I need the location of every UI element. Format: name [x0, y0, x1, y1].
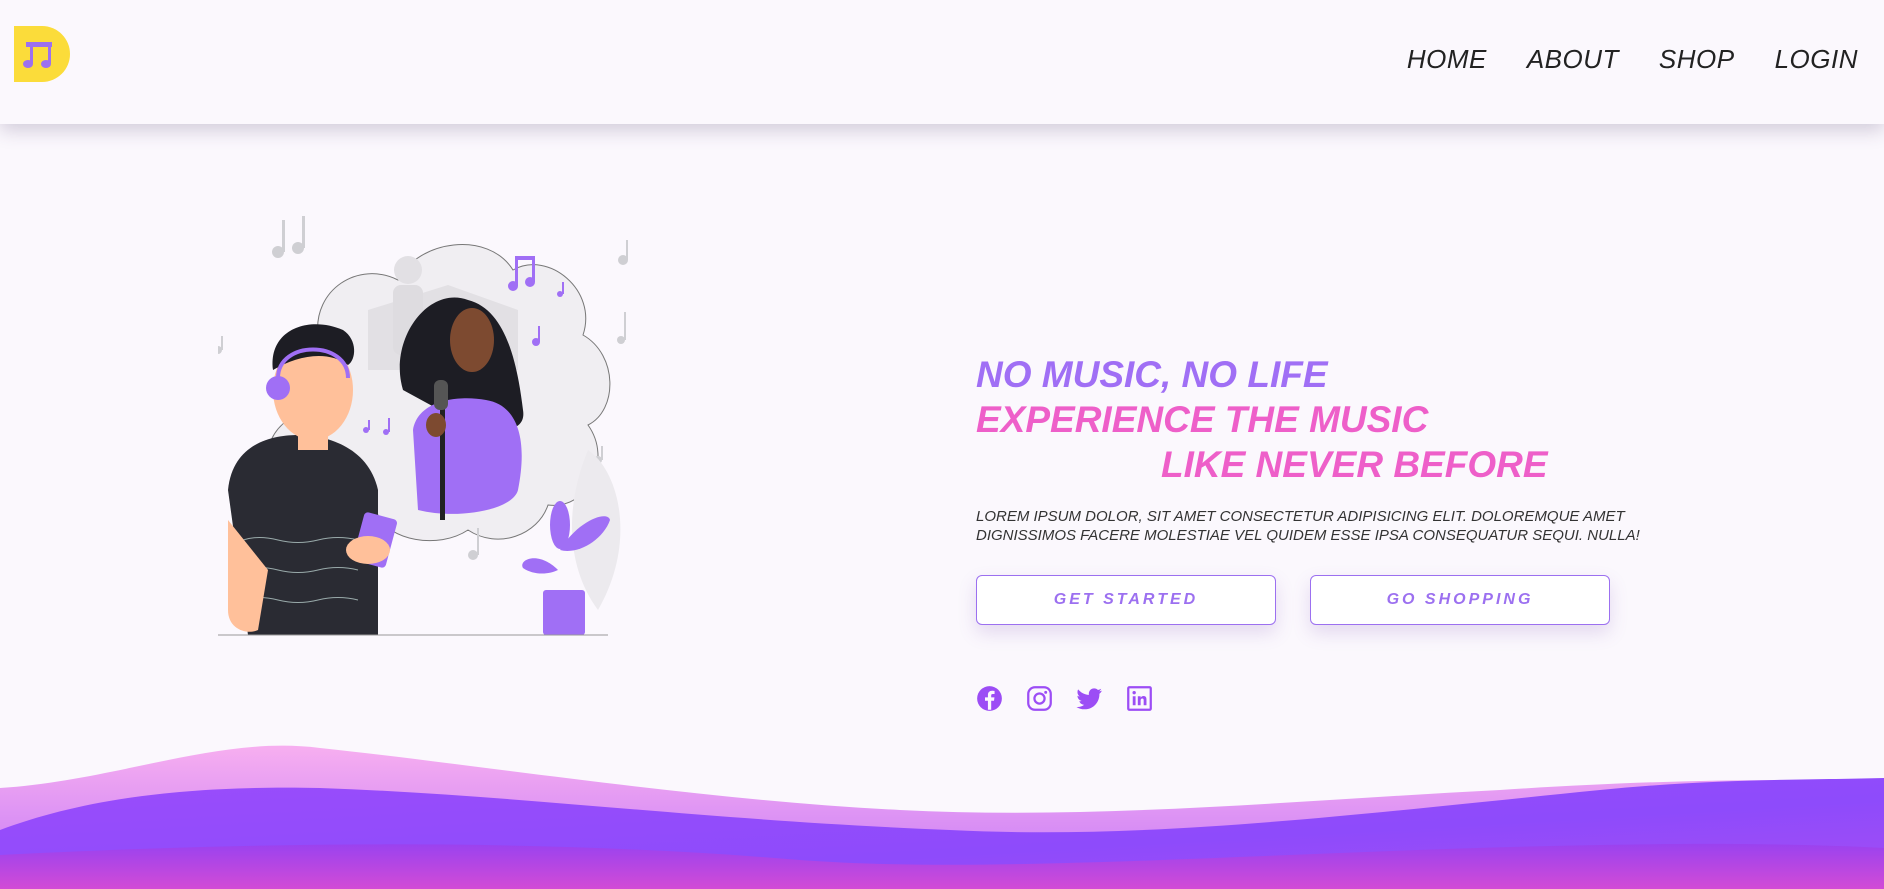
facebook-icon[interactable]: [976, 685, 1003, 712]
social-links: [976, 685, 1776, 712]
get-started-button[interactable]: GET STARTED: [976, 575, 1276, 625]
instagram-icon[interactable]: [1026, 685, 1053, 712]
main-nav: HOME ABOUT SHOP LOGIN: [1407, 44, 1858, 75]
nav-login[interactable]: LOGIN: [1775, 44, 1858, 75]
bottom-wave-decoration: [0, 740, 1884, 889]
hero-description: LOREM IPSUM DOLOR, SIT AMET CONSECTETUR …: [976, 508, 1640, 544]
go-shopping-button[interactable]: GO SHOPPING: [1310, 575, 1610, 625]
hero-illustration: [214, 190, 658, 640]
music-note-icon[interactable]: [14, 26, 70, 82]
linkedin-icon[interactable]: [1126, 685, 1153, 712]
hero-title-line3: LIKE NEVER BEFORE: [1161, 444, 1548, 485]
hero-title-line2: EXPERIENCE THE MUSIC: [976, 399, 1429, 440]
nav-home[interactable]: HOME: [1407, 44, 1487, 75]
site-header: HOME ABOUT SHOP LOGIN: [0, 0, 1884, 124]
hero-title-line1: NO MUSIC, NO LIFE: [976, 354, 1328, 395]
hero-buttons: GET STARTED GO SHOPPING: [976, 575, 1776, 625]
twitter-icon[interactable]: [1076, 685, 1103, 712]
nav-shop[interactable]: SHOP: [1659, 44, 1735, 75]
nav-about[interactable]: ABOUT: [1527, 44, 1619, 75]
hero-section: NO MUSIC, NO LIFE EXPERIENCE THE MUSIC L…: [976, 352, 1776, 712]
